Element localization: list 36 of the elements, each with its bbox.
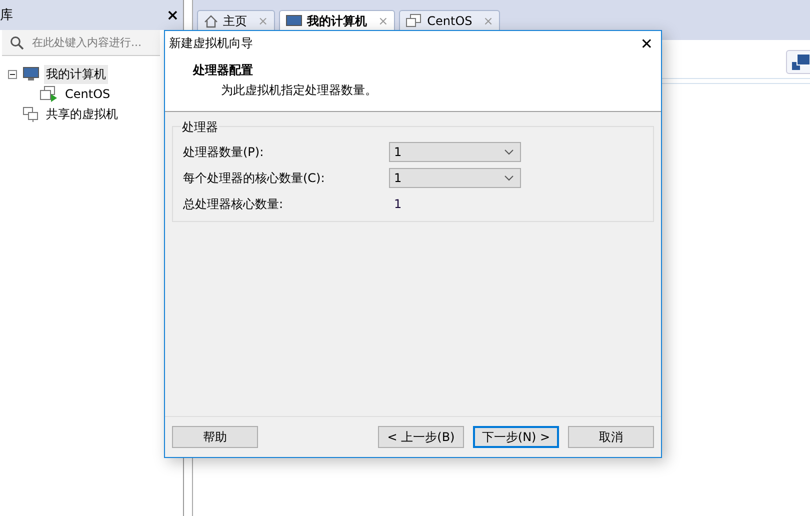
tree-item[interactable]: 共享的虚拟机 [44,104,120,124]
computers-icon [23,106,39,122]
dropdown[interactable]: 1 [389,168,521,188]
monitor-icon [23,67,39,81]
house-icon [204,14,218,28]
vm-icon [406,14,422,28]
chevron-down-icon [504,149,514,155]
monitor-icon [286,15,302,27]
tree-item[interactable]: CentOS [63,86,112,102]
page-description: 为此虚拟机指定处理器数量。 [220,82,378,99]
tree-item[interactable]: 我的计算机 [44,64,108,84]
window-mode-button[interactable] [786,50,810,74]
tab-label: CentOS [427,14,472,28]
value-text: 1 [393,197,402,211]
search-field[interactable]: 在此处键入内容进行... [2,30,160,56]
dropdown[interactable]: 1 [389,142,521,162]
tab-label: 主页 [223,14,247,28]
collapse-toggle-icon[interactable] [8,70,18,78]
tab[interactable]: 主页 × [197,10,276,31]
chevron-down-icon [504,175,514,181]
tab-label: 我的计算机 [307,14,368,28]
tab[interactable]: 我的计算机 × [279,10,396,31]
vm-icon [40,86,58,102]
field-label: 总处理器核心数量: [183,196,284,212]
dialog-button[interactable]: 帮助 [172,426,258,448]
window-title: 新建虚拟机向导 [169,35,253,52]
field-label: 处理器数量(P): [183,144,265,160]
dialog-button[interactable]: < 上一步(B) [378,426,464,448]
close-icon[interactable]: ✕ [640,34,653,52]
dialog-button[interactable]: 取消 [568,426,654,448]
close-icon[interactable]: × [166,6,179,24]
page-heading: 处理器配置 [193,62,254,79]
field-label: 每个处理器的核心数量(C): [183,170,326,186]
panel-title: 库 [0,7,13,24]
tab[interactable]: CentOS × [399,10,500,31]
dialog-button[interactable]: 下一步(N) > [473,426,559,448]
